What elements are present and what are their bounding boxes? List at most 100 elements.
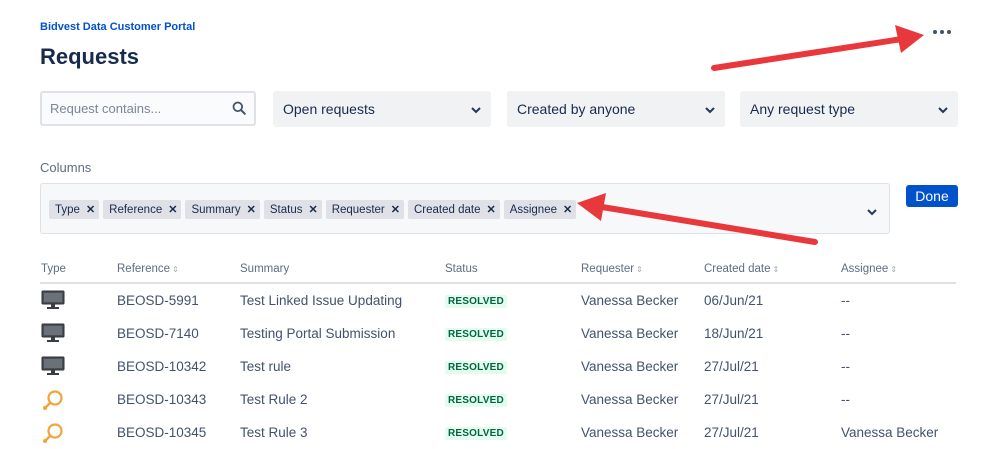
monitor-icon bbox=[41, 290, 65, 315]
table-row[interactable]: BEOSD-5991 Test Linked Issue Updating RE… bbox=[0, 284, 999, 317]
chevron-down-icon bbox=[471, 101, 481, 117]
column-header-type: Type bbox=[41, 263, 66, 275]
assignee-cell: -- bbox=[841, 293, 850, 308]
reference-cell[interactable]: BEOSD-10342 bbox=[117, 359, 206, 374]
table-row[interactable]: BEOSD-10343 Test Rule 2 RESOLVED Vanessa… bbox=[0, 383, 999, 416]
done-button[interactable]: Done bbox=[906, 185, 958, 207]
assignee-cell: -- bbox=[841, 392, 850, 407]
request-type-filter-dropdown[interactable]: Any request type bbox=[740, 91, 958, 127]
summary-cell[interactable]: Test Rule 2 bbox=[240, 392, 308, 407]
request-type-filter-value: Any request type bbox=[750, 101, 856, 117]
remove-icon[interactable]: ✕ bbox=[563, 203, 572, 216]
remove-icon[interactable]: ✕ bbox=[247, 203, 256, 216]
portal-link[interactable]: Bidvest Data Customer Portal bbox=[40, 21, 195, 33]
column-header-assignee[interactable]: Assignee ⇕ bbox=[841, 263, 897, 275]
created-date-cell: 18/Jun/21 bbox=[704, 326, 764, 341]
support-icon bbox=[41, 422, 65, 449]
chip-label: Created date bbox=[413, 203, 481, 216]
status-filter-value: Open requests bbox=[283, 101, 375, 117]
creator-filter-dropdown[interactable]: Created by anyone bbox=[507, 91, 725, 127]
support-icon bbox=[41, 389, 65, 416]
chevron-down-icon bbox=[705, 101, 715, 117]
status-badge: RESOLVED bbox=[445, 328, 507, 341]
created-date-cell: 27/Jul/21 bbox=[704, 359, 759, 374]
header-label: Assignee bbox=[841, 263, 889, 275]
sort-icon[interactable]: ⇕ bbox=[172, 265, 179, 274]
table-row[interactable]: BEOSD-7140 Testing Portal Submission RES… bbox=[0, 317, 999, 350]
more-dot bbox=[947, 30, 951, 34]
assignee-cell: -- bbox=[841, 326, 850, 341]
status-badge: RESOLVED bbox=[445, 427, 507, 440]
table-row[interactable]: BEOSD-10345 Test Rule 3 RESOLVED Vanessa… bbox=[0, 416, 999, 449]
annotation-arrow-more-actions bbox=[711, 25, 924, 71]
column-chip-list: Type ✕ Reference ✕ Summary ✕ Status ✕ Reques… bbox=[49, 200, 577, 219]
requester-cell: Vanessa Becker bbox=[581, 392, 679, 407]
search-input[interactable] bbox=[48, 100, 232, 117]
column-header-reference[interactable]: Reference ⇕ bbox=[117, 263, 179, 275]
column-chip-type: Type ✕ bbox=[49, 200, 100, 219]
table-row[interactable]: BEOSD-10342 Test rule RESOLVED Vanessa B… bbox=[0, 350, 999, 383]
header-label: Reference bbox=[117, 263, 171, 275]
column-chip-requester: Requester ✕ bbox=[325, 200, 404, 219]
sort-icon[interactable]: ⇕ bbox=[636, 265, 643, 274]
remove-icon[interactable]: ✕ bbox=[308, 203, 317, 216]
requester-cell: Vanessa Becker bbox=[581, 359, 679, 374]
requester-cell: Vanessa Becker bbox=[581, 326, 679, 341]
remove-icon[interactable]: ✕ bbox=[168, 203, 177, 216]
status-badge: RESOLVED bbox=[445, 361, 507, 374]
created-date-cell: 27/Jul/21 bbox=[704, 392, 759, 407]
remove-icon[interactable]: ✕ bbox=[391, 203, 400, 216]
summary-cell[interactable]: Test rule bbox=[240, 359, 291, 374]
sort-icon[interactable]: ⇕ bbox=[773, 265, 780, 274]
columns-selector[interactable]: Type ✕ Reference ✕ Summary ✕ Status ✕ Reques… bbox=[40, 183, 890, 234]
reference-cell[interactable]: BEOSD-7140 bbox=[117, 326, 199, 341]
created-date-cell: 27/Jul/21 bbox=[704, 425, 759, 440]
search-field[interactable] bbox=[40, 91, 256, 126]
chevron-down-icon bbox=[938, 101, 948, 117]
column-header-requester[interactable]: Requester ⇕ bbox=[581, 263, 643, 275]
column-chip-created-date: Created date ✕ bbox=[407, 200, 500, 219]
reference-cell[interactable]: BEOSD-5991 bbox=[117, 293, 199, 308]
header-label: Requester bbox=[581, 263, 635, 275]
column-header-summary: Summary bbox=[240, 263, 290, 275]
column-header-status: Status bbox=[445, 263, 478, 275]
summary-cell[interactable]: Test Rule 3 bbox=[240, 425, 308, 440]
chevron-down-icon[interactable] bbox=[867, 203, 877, 221]
status-badge: RESOLVED bbox=[445, 295, 507, 308]
assignee-cell: Vanessa Becker bbox=[841, 425, 939, 440]
columns-label: Columns bbox=[40, 160, 92, 175]
remove-icon[interactable]: ✕ bbox=[486, 203, 495, 216]
reference-cell[interactable]: BEOSD-10343 bbox=[117, 392, 206, 407]
chip-label: Summary bbox=[191, 203, 241, 216]
creator-filter-value: Created by anyone bbox=[517, 101, 636, 117]
column-chip-reference: Reference ✕ bbox=[103, 200, 182, 219]
monitor-icon bbox=[41, 323, 65, 348]
more-actions-button[interactable] bbox=[930, 22, 954, 42]
summary-cell[interactable]: Test Linked Issue Updating bbox=[240, 293, 402, 308]
more-dot bbox=[933, 30, 937, 34]
search-icon[interactable] bbox=[232, 101, 246, 120]
monitor-icon bbox=[41, 356, 65, 381]
summary-cell[interactable]: Testing Portal Submission bbox=[240, 326, 395, 341]
column-chip-assignee: Assignee ✕ bbox=[503, 200, 577, 219]
chip-label: Assignee bbox=[509, 203, 557, 216]
chip-label: Type bbox=[55, 203, 80, 216]
reference-cell[interactable]: BEOSD-10345 bbox=[117, 425, 206, 440]
column-chip-status: Status ✕ bbox=[263, 200, 322, 219]
created-date-cell: 06/Jun/21 bbox=[704, 293, 764, 308]
chip-label: Requester bbox=[331, 203, 385, 216]
chip-label: Status bbox=[269, 203, 303, 216]
status-badge: RESOLVED bbox=[445, 394, 507, 407]
status-filter-dropdown[interactable]: Open requests bbox=[273, 91, 491, 127]
page-title: Requests bbox=[40, 44, 140, 69]
requester-cell: Vanessa Becker bbox=[581, 293, 679, 308]
column-header-created-date[interactable]: Created date ⇕ bbox=[704, 263, 779, 275]
column-chip-summary: Summary ✕ bbox=[185, 200, 260, 219]
remove-icon[interactable]: ✕ bbox=[86, 203, 95, 216]
requester-cell: Vanessa Becker bbox=[581, 425, 679, 440]
more-dot bbox=[940, 30, 944, 34]
header-label: Created date bbox=[704, 263, 771, 275]
assignee-cell: -- bbox=[841, 359, 850, 374]
sort-icon[interactable]: ⇕ bbox=[890, 265, 897, 274]
chip-label: Reference bbox=[109, 203, 163, 216]
